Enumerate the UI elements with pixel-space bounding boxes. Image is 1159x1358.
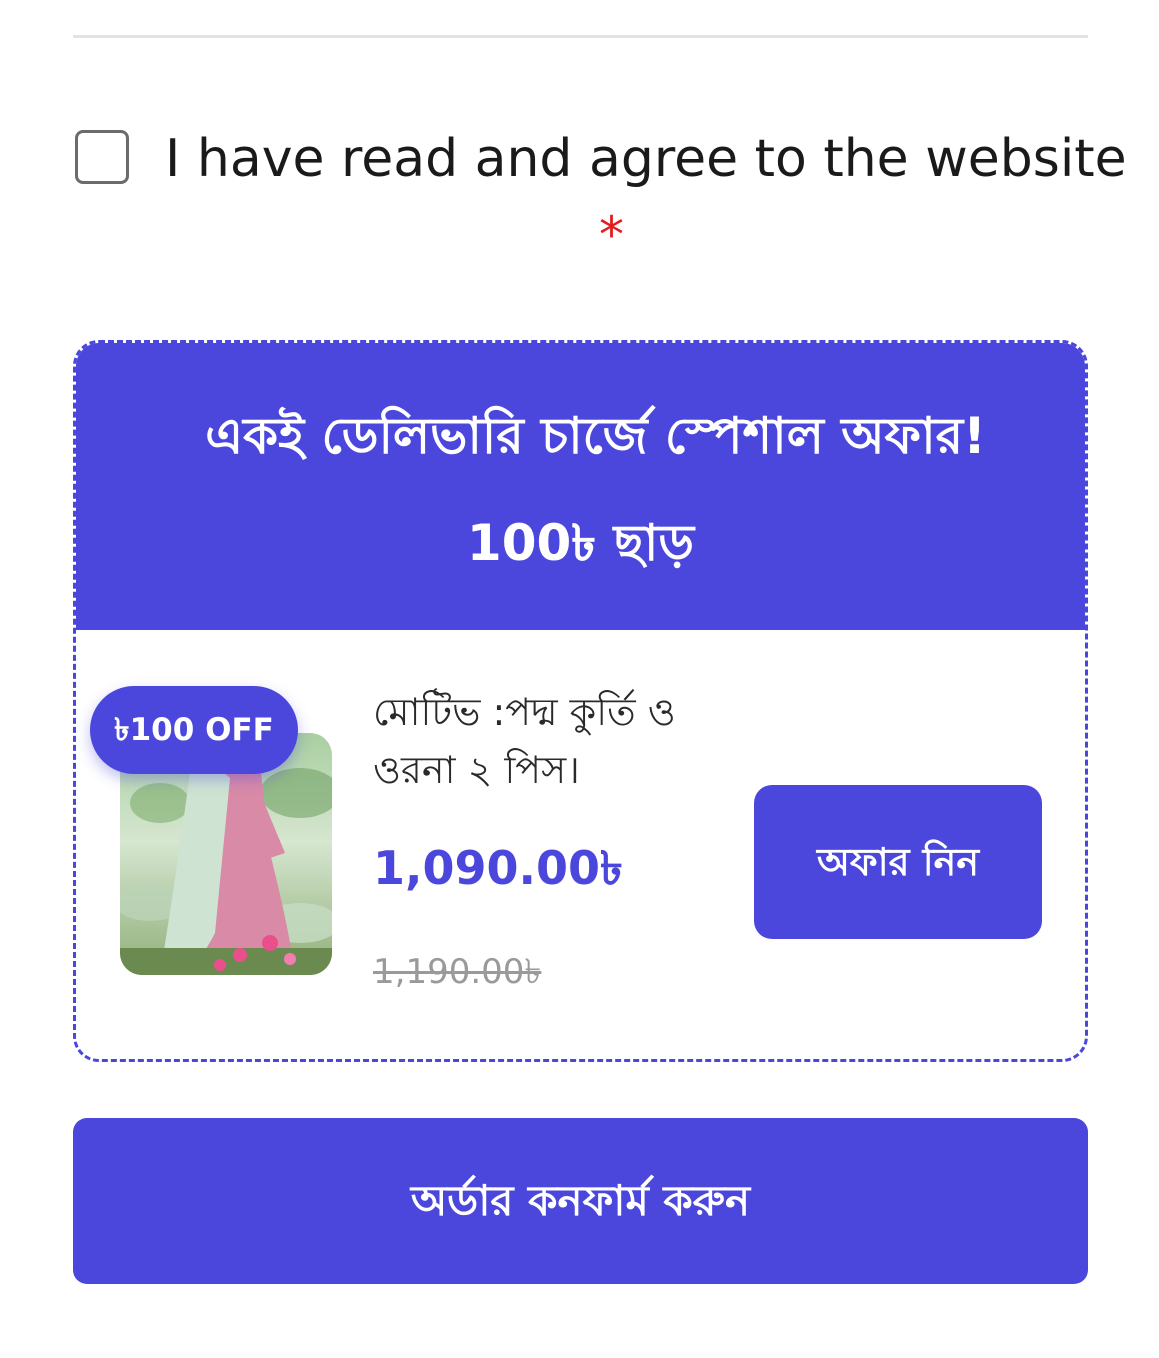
product-name: মোটিভ :পদ্ম কুর্তি ও ওরনা ২ পিস।: [373, 690, 676, 792]
required-asterisk: *: [599, 206, 624, 264]
agree-checkbox[interactable]: [75, 130, 129, 184]
product-old-price: 1,190.00৳: [373, 952, 542, 992]
product-price: 1,090.00৳: [373, 841, 623, 895]
confirm-order-button[interactable]: অর্ডার কনফার্ম করুন: [73, 1118, 1088, 1284]
special-offer-card: একই ডেলিভারি চার্জে স্পেশাল অফার! 100৳ ছ…: [73, 340, 1088, 1062]
agree-label: I have read and agree to the website: [165, 129, 1127, 189]
take-offer-button[interactable]: অফার নিন: [754, 785, 1042, 939]
offer-title: একই ডেলিভারি চার্জে স্পেশাল অফার!: [205, 407, 986, 465]
agreement-row: I have read and agree to the website *: [73, 120, 1127, 264]
offer-header: একই ডেলিভারি চার্জে স্পেশাল অফার! 100৳ ছ…: [76, 343, 1085, 630]
offer-discount-text: 100৳ ছাড়: [466, 514, 695, 572]
top-divider: [73, 35, 1088, 38]
discount-badge: ৳100 OFF: [90, 686, 298, 774]
